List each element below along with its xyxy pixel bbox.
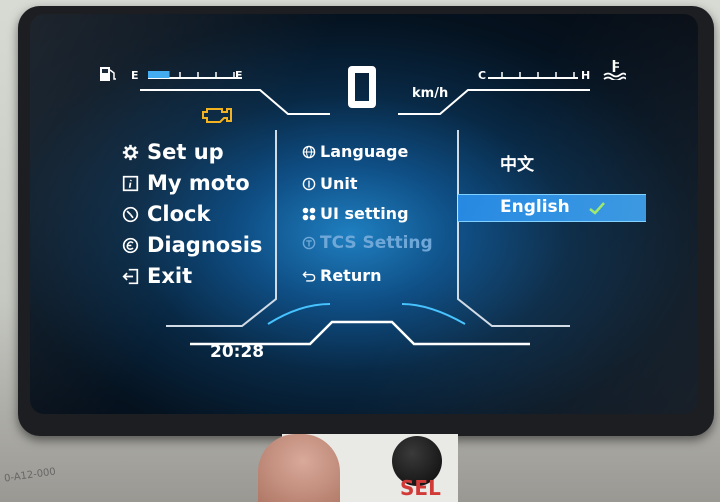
menu-label: Diagnosis [147, 233, 263, 257]
submenu-label: Unit [320, 174, 358, 193]
menu-item-clock[interactable]: Clock [122, 202, 210, 226]
language-option-chinese[interactable]: 中文 [500, 150, 534, 175]
language-option-english[interactable]: English [500, 197, 570, 217]
menu-item-set-up[interactable]: Set up [122, 140, 224, 164]
check-icon [589, 202, 605, 215]
globe-icon [302, 145, 316, 159]
menu-label: Set up [147, 140, 224, 164]
submenu-item-unit[interactable]: Unit [302, 174, 358, 193]
fuel-full-label: F [235, 69, 243, 82]
submenu-label: UI setting [320, 204, 409, 223]
language-label: English [500, 197, 570, 217]
gear-icon [122, 144, 139, 161]
grid-icon [302, 207, 316, 221]
menu-label: Clock [147, 202, 211, 226]
submenu-label: Return [320, 266, 382, 285]
dashboard-screen: E F C H km/h Set up My moto Clock Diagno… [30, 14, 698, 414]
speed-digit-display [348, 66, 376, 108]
info-icon [122, 175, 139, 192]
temp-hot-label: H [581, 69, 591, 82]
exit-icon [122, 268, 139, 285]
submenu-item-language[interactable]: Language [302, 142, 408, 161]
menu-label: Exit [147, 264, 193, 288]
fuel-pump-icon [100, 67, 116, 81]
coolant-temperature-icon [603, 60, 626, 80]
submenu-label: TCS Setting [320, 233, 433, 253]
finger [258, 434, 340, 502]
unit-icon [302, 177, 316, 191]
submenu-label: Language [320, 142, 409, 161]
clock-icon [122, 206, 139, 223]
engine-warning-icon [202, 108, 232, 123]
diagnosis-icon [122, 237, 139, 254]
menu-item-my-moto[interactable]: My moto [122, 171, 250, 195]
menu-item-diagnosis[interactable]: Diagnosis [122, 233, 262, 257]
submenu-item-ui-setting[interactable]: UI setting [302, 204, 409, 223]
clock-display: 20:28 [210, 342, 265, 362]
language-label: 中文 [500, 155, 534, 175]
submenu-item-return[interactable]: Return [302, 266, 382, 285]
temp-cold-label: C [478, 69, 487, 82]
menu-label: My moto [147, 171, 250, 195]
return-icon [302, 271, 316, 282]
menu-item-exit[interactable]: Exit [122, 264, 192, 288]
speed-unit: km/h [412, 86, 449, 101]
fuel-empty-label: E [131, 69, 139, 82]
tcs-icon [302, 236, 316, 250]
sel-key-label: SEL [400, 476, 441, 500]
submenu-item-tcs-setting[interactable]: TCS Setting [302, 233, 433, 253]
